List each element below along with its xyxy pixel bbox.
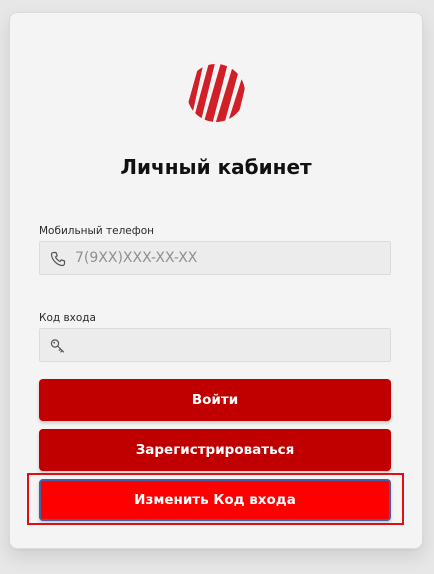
brand-logo [187,64,245,122]
code-input[interactable] [75,329,385,361]
page-title: Личный кабинет [120,155,312,179]
code-label: Код входа [39,312,96,324]
register-button[interactable]: Зарегистрироваться [39,429,391,471]
phone-field[interactable] [39,241,391,275]
login-button[interactable]: Войти [39,379,391,421]
phone-label: Мобильный телефон [39,225,155,237]
code-field[interactable] [39,328,391,362]
login-card: Личный кабинет Мобильный телефон Код вхо… [9,12,423,549]
phone-input[interactable] [75,242,385,274]
focus-highlight-frame [27,473,404,525]
phone-icon [50,251,66,267]
key-icon [50,339,65,353]
